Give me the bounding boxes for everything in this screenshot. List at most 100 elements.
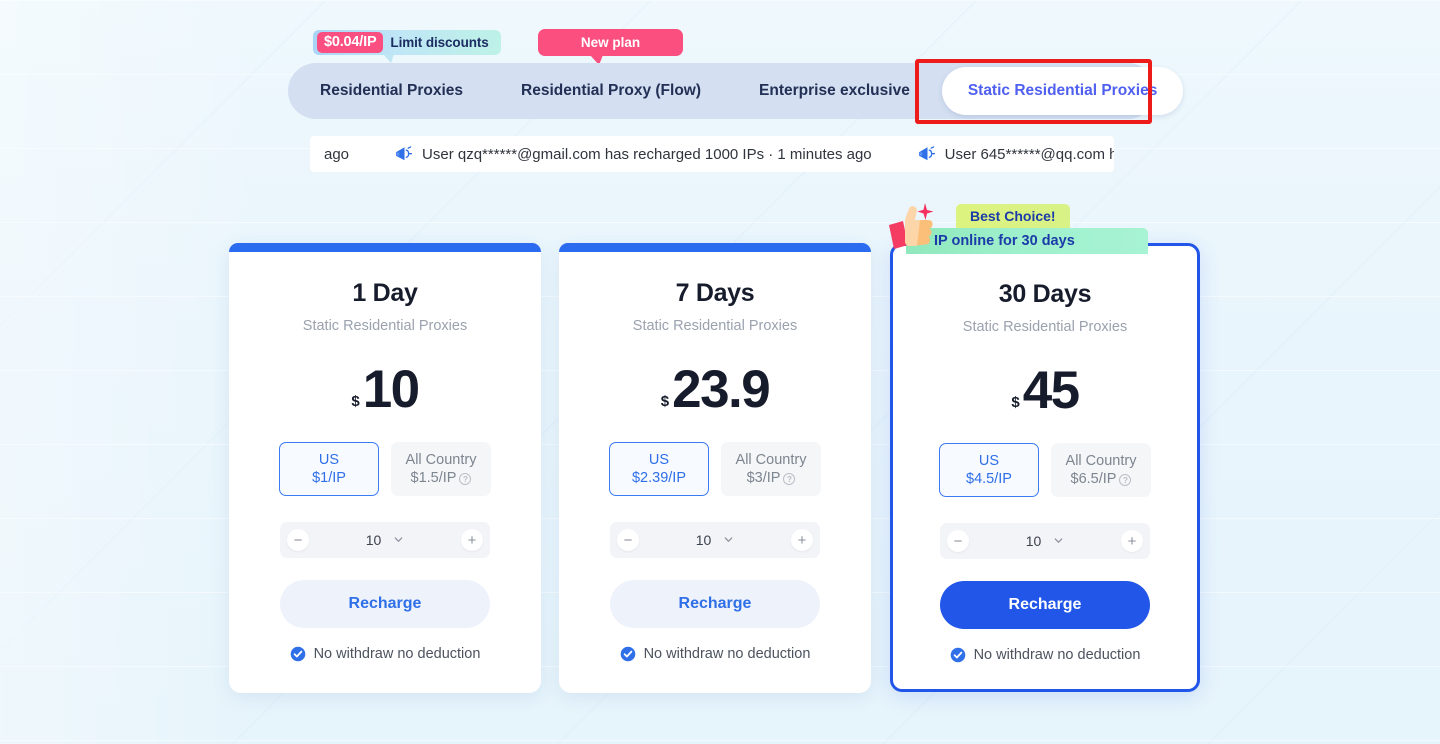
- recharge-label: Recharge: [348, 595, 422, 612]
- plan-subtitle: Static Residential Proxies: [962, 319, 1128, 335]
- decrement-button[interactable]: −: [617, 529, 639, 551]
- price-value: 23.9: [672, 360, 771, 420]
- region-option-all-country[interactable]: All Country $6.5/IP ?: [1051, 443, 1151, 497]
- guarantee-note: No withdraw no deduction: [893, 647, 1197, 663]
- plan-price: $ 23.9: [559, 354, 871, 416]
- ticker-lead-fragment: ago: [324, 145, 350, 163]
- recharge-button[interactable]: Recharge: [610, 580, 820, 628]
- check-circle-icon: [620, 646, 635, 662]
- megaphone-icon: [918, 146, 935, 161]
- megaphone-icon: [396, 146, 413, 161]
- plan-card-1-day: 1 Day Static Residential Proxies $ 10 US…: [229, 243, 541, 693]
- pricing-page: $0.04/IP Limit discounts New plan Reside…: [0, 0, 1440, 744]
- quantity-value-group[interactable]: 10: [696, 532, 735, 548]
- region-price-row: $1/IP: [312, 470, 346, 486]
- check-circle-icon: [950, 647, 965, 663]
- increment-button[interactable]: +: [1120, 530, 1143, 552]
- region-option-all-country[interactable]: All Country $1.5/IP ?: [391, 442, 491, 496]
- quantity-value: 10: [365, 532, 382, 548]
- recharge-label: Recharge: [678, 595, 752, 612]
- tab-label: Residential Proxies: [320, 82, 464, 99]
- new-plan-badge: New plan: [538, 29, 683, 65]
- ticker-item: User 645******@qq.com has r: [916, 145, 1114, 163]
- best-choice-pill: Best Choice!: [956, 204, 1070, 228]
- promo-badges-row: $0.04/IP Limit discounts New plan: [0, 0, 1440, 65]
- card-body: 1 Day Static Residential Proxies $ 10 US…: [229, 243, 541, 662]
- region-option-all-country[interactable]: All Country $3/IP ?: [721, 442, 821, 496]
- check-circle-icon: [290, 646, 305, 662]
- card-body: 7 Days Static Residential Proxies $ 23.9…: [559, 243, 871, 662]
- recharge-label: Recharge: [1008, 596, 1082, 613]
- discount-price-pill: $0.04/IP: [317, 31, 384, 54]
- info-question-icon[interactable]: ?: [459, 473, 472, 485]
- region-price: $4.5/IP: [966, 471, 1012, 487]
- decrement-button[interactable]: −: [287, 529, 309, 551]
- recharge-activity-ticker: ago User qzq******@gmail.com has recharg…: [310, 136, 1114, 172]
- ticker-text: User qzq******@gmail.com has recharged 1…: [422, 145, 872, 163]
- price-currency: $: [1011, 394, 1020, 411]
- plan-subtitle: Static Residential Proxies: [632, 318, 798, 334]
- region-price-row: $2.39/IP: [632, 470, 686, 486]
- region-price-row: $6.5/IP ?: [1071, 471, 1132, 487]
- tab-residential-proxy-flow[interactable]: Residential Proxy (Flow): [495, 67, 727, 115]
- info-question-icon[interactable]: ?: [783, 473, 796, 485]
- new-plan-label: New plan: [580, 35, 641, 50]
- tab-enterprise-exclusive[interactable]: Enterprise exclusive: [733, 67, 936, 115]
- quantity-value-group[interactable]: 10: [1026, 533, 1065, 549]
- tab-residential-proxies[interactable]: Residential Proxies: [294, 67, 489, 115]
- quantity-value: 10: [1025, 533, 1042, 549]
- increment-button[interactable]: +: [790, 529, 813, 551]
- plan-card-7-days: 7 Days Static Residential Proxies $ 23.9…: [559, 243, 871, 693]
- chevron-down-icon: [394, 536, 403, 542]
- region-price: $1/IP: [312, 470, 346, 486]
- guarantee-note: No withdraw no deduction: [559, 646, 871, 662]
- region-option-us[interactable]: US $1/IP: [279, 442, 379, 496]
- region-options: US $1/IP All Country $1.5/IP ?: [229, 442, 541, 496]
- plan-subtitle: Static Residential Proxies: [302, 318, 468, 334]
- guarantee-note: No withdraw no deduction: [229, 646, 541, 662]
- region-name: All Country: [735, 452, 807, 468]
- increment-button[interactable]: +: [460, 529, 483, 551]
- chevron-down-icon: [724, 536, 733, 542]
- recharge-button[interactable]: Recharge: [280, 580, 490, 628]
- recharge-button[interactable]: Recharge: [940, 581, 1150, 629]
- pricing-cards: 1 Day Static Residential Proxies $ 10 US…: [0, 203, 1440, 703]
- limit-discounts-badge: $0.04/IP Limit discounts: [313, 30, 501, 63]
- guarantee-label: No withdraw no deduction: [973, 647, 1141, 663]
- guarantee-label: No withdraw no deduction: [313, 646, 481, 662]
- plan-title: 1 Day: [352, 279, 418, 307]
- region-price-row: $4.5/IP: [966, 471, 1012, 487]
- region-price: $3/IP: [746, 470, 781, 486]
- price-value: 10: [362, 360, 420, 420]
- quantity-stepper: − 10 +: [280, 522, 490, 558]
- guarantee-label: No withdraw no deduction: [643, 646, 811, 662]
- chevron-down-icon: [1054, 537, 1063, 543]
- plan-card-30-days: Best Choice! IP online for 30 days 30 Da…: [889, 203, 1200, 692]
- quantity-value: 10: [695, 532, 712, 548]
- best-choice-label: Best Choice!: [970, 208, 1056, 224]
- ticker-track: ago User qzq******@gmail.com has recharg…: [310, 145, 1114, 163]
- plan-title: 30 Days: [998, 280, 1092, 308]
- tab-static-residential-proxies[interactable]: Static Residential Proxies: [941, 67, 1184, 115]
- region-price: $2.39/IP: [631, 470, 686, 486]
- region-name: All Country: [405, 452, 477, 468]
- decrement-button[interactable]: −: [947, 530, 969, 552]
- plan-type-tabs: Residential Proxies Residential Proxy (F…: [288, 63, 1184, 119]
- ticker-item: User qzq******@gmail.com has recharged 1…: [393, 145, 872, 163]
- region-price-row: $1.5/IP ?: [411, 470, 472, 486]
- info-question-icon[interactable]: ?: [1119, 474, 1132, 486]
- region-options: US $2.39/IP All Country $3/IP ?: [559, 442, 871, 496]
- plan-price: $ 45: [893, 355, 1197, 417]
- region-option-us[interactable]: US $4.5/IP: [939, 443, 1039, 497]
- region-options: US $4.5/IP All Country $6.5/IP ?: [893, 443, 1197, 497]
- region-option-us[interactable]: US $2.39/IP: [609, 442, 709, 496]
- quantity-stepper: − 10 +: [610, 522, 820, 558]
- plan-price: $ 10: [229, 354, 541, 416]
- region-price: $6.5/IP: [1070, 471, 1117, 487]
- region-name: US: [648, 452, 670, 468]
- price-currency: $: [660, 393, 670, 410]
- quantity-value-group[interactable]: 10: [366, 532, 405, 548]
- price-value: 45: [1022, 361, 1080, 421]
- card-body: 30 Days Static Residential Proxies $ 45 …: [893, 246, 1197, 663]
- region-name: US: [978, 453, 1000, 469]
